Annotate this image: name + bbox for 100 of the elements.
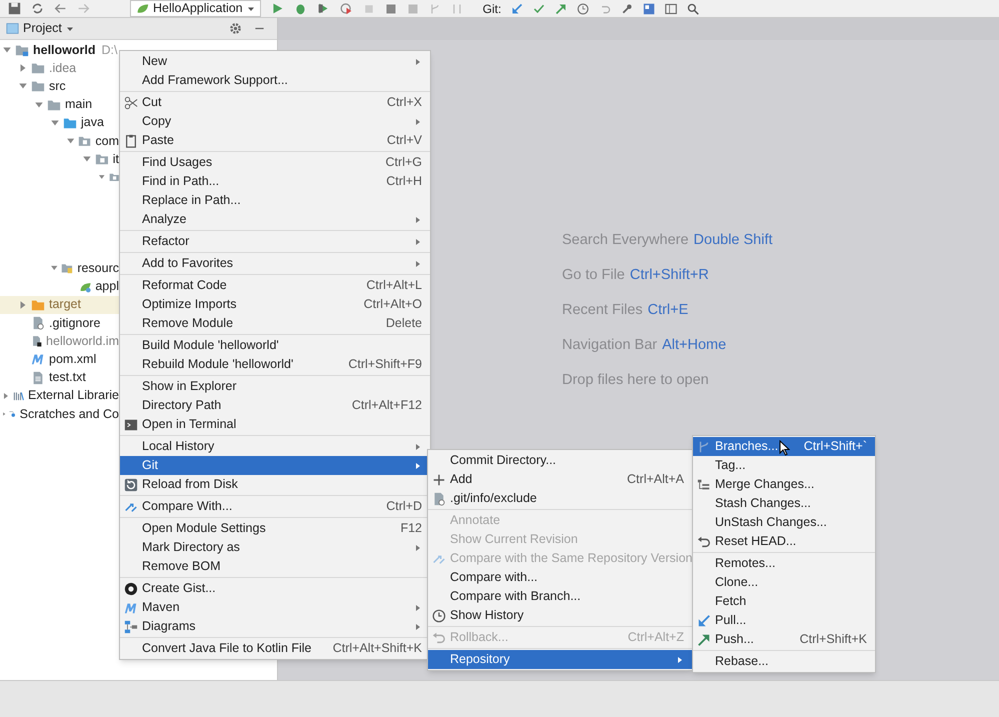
menu-item[interactable]: Branches... Ctrl+Shift+` xyxy=(693,437,875,456)
plus-icon xyxy=(432,472,446,486)
menu-item[interactable]: Paste Ctrl+V xyxy=(120,131,430,150)
menu-item[interactable]: Refactor xyxy=(120,232,430,251)
bug-icon[interactable] xyxy=(294,2,307,15)
menu-item[interactable]: Find Usages Ctrl+G xyxy=(120,153,430,172)
tree-item-label[interactable]: com xyxy=(95,132,119,150)
menu-item[interactable]: New xyxy=(120,52,430,71)
menu-item[interactable]: Open in Terminal xyxy=(120,415,430,434)
menu-item[interactable]: Compare With... Ctrl+D xyxy=(120,497,430,516)
triangle-right-icon[interactable] xyxy=(18,300,28,310)
menu-item[interactable]: Diagrams xyxy=(120,617,430,636)
menu-item[interactable]: Optimize Imports Ctrl+Alt+O xyxy=(120,295,430,314)
tree-item-label[interactable]: Scratches and Co xyxy=(20,404,119,423)
tree-item-label[interactable]: appl xyxy=(95,277,119,296)
menu-item[interactable]: Compare with... xyxy=(428,568,692,587)
menu-item[interactable]: Analyze xyxy=(120,210,430,229)
menu-item[interactable]: Open Module Settings F12 xyxy=(120,519,430,538)
hint-text: Drop files here to open xyxy=(562,371,709,390)
menu-item[interactable]: Tag... xyxy=(693,456,875,475)
menu-item[interactable]: Add Ctrl+Alt+A xyxy=(428,470,692,489)
menu-item[interactable]: Local History xyxy=(120,437,430,456)
hint-text: Navigation Bar xyxy=(562,336,658,355)
tree-item-label[interactable]: it xyxy=(112,150,119,169)
menu-item[interactable]: Git xyxy=(120,456,430,475)
tree-item-label[interactable]: src xyxy=(49,77,66,96)
up-right-arrow-icon[interactable] xyxy=(555,2,568,14)
shortcut-text: Ctrl+E xyxy=(648,301,688,320)
sync-icon[interactable] xyxy=(31,2,44,15)
menu-item[interactable]: Replace in Path... xyxy=(120,191,430,210)
menu-item[interactable]: Maven xyxy=(120,598,430,617)
triangle-down-icon[interactable] xyxy=(34,100,44,110)
tree-item-label[interactable]: External Librarie xyxy=(28,386,119,406)
menu-item[interactable]: Compare with Branch... xyxy=(428,587,692,606)
triangle-down-icon[interactable] xyxy=(50,118,60,128)
menu-item[interactable]: Find in Path... Ctrl+H xyxy=(120,172,430,191)
tree-item-label[interactable]: .gitignore xyxy=(49,314,100,332)
undo-arrow-icon xyxy=(697,534,711,548)
project-structure-icon[interactable] xyxy=(643,2,656,14)
layout-icon[interactable] xyxy=(665,2,678,14)
save-icon[interactable] xyxy=(8,2,21,15)
tree-item-label[interactable]: test.txt xyxy=(49,368,86,387)
file-icon xyxy=(31,316,45,330)
menu-item[interactable]: Cut Ctrl+X xyxy=(120,93,430,112)
folder-icon xyxy=(47,98,61,112)
menu-item[interactable]: Clone... xyxy=(693,573,875,592)
triangle-right-icon[interactable] xyxy=(2,390,10,401)
menu-item[interactable]: Copy xyxy=(120,112,430,131)
menu-item[interactable]: Remove Module Delete xyxy=(120,314,430,333)
shortcut-label: Ctrl+Alt+L xyxy=(366,277,422,294)
search-icon[interactable] xyxy=(687,2,700,14)
menu-item[interactable]: Build Module 'helloworld' xyxy=(120,336,430,355)
menu-item[interactable]: Add to Favorites xyxy=(120,254,430,273)
tree-item-label[interactable]: java xyxy=(81,113,104,132)
build-icon[interactable] xyxy=(384,2,397,14)
file-icon xyxy=(31,334,42,348)
down-left-arrow-icon[interactable] xyxy=(511,2,524,14)
tree-item-label[interactable]: main xyxy=(65,95,92,114)
menu-item[interactable]: Reset HEAD... xyxy=(693,532,875,551)
caret-icon xyxy=(246,4,255,12)
menu-item[interactable]: .git/info/exclude xyxy=(428,489,692,508)
menu-item[interactable]: Reformat Code Ctrl+Alt+L xyxy=(120,276,430,295)
menu-item[interactable]: Remotes... xyxy=(693,554,875,573)
settings-icon[interactable] xyxy=(229,22,242,35)
tree-item-label[interactable]: target xyxy=(49,295,81,314)
menu-item[interactable]: UnStash Changes... xyxy=(693,513,875,532)
menu-item[interactable]: Directory Path Ctrl+Alt+F12 xyxy=(120,396,430,415)
menu-item[interactable]: Mark Directory as xyxy=(120,538,430,557)
menu-item[interactable]: Remove BOM xyxy=(120,557,430,576)
clock-icon[interactable] xyxy=(577,2,590,14)
run-configuration-dropdown[interactable]: HelloApplication xyxy=(130,0,261,17)
menu-item[interactable]: Commit Directory... xyxy=(428,451,692,470)
clipboard-icon xyxy=(124,134,138,148)
tree-item-label[interactable]: helloworld xyxy=(33,40,96,60)
wrench-icon[interactable] xyxy=(621,2,634,14)
run-icon[interactable] xyxy=(270,2,284,15)
tree-item-label[interactable]: helloworld.im xyxy=(46,332,119,351)
back-arrow-icon[interactable] xyxy=(54,2,67,15)
scissors-icon xyxy=(124,96,138,110)
menu-item[interactable]: Show History xyxy=(428,606,692,625)
tree-item-label[interactable]: pom.xml xyxy=(49,350,96,369)
triangle-right-icon[interactable] xyxy=(18,63,28,74)
menu-item[interactable]: Fetch xyxy=(693,592,875,611)
menu-item[interactable]: Repository xyxy=(428,650,692,669)
tree-item-label[interactable]: resourc xyxy=(77,259,119,278)
profiler-icon[interactable] xyxy=(340,2,353,15)
menu-item[interactable]: Push... Ctrl+Shift+K xyxy=(693,630,875,649)
menu-item[interactable]: Rebase... xyxy=(693,652,875,671)
checkmark-icon[interactable] xyxy=(533,2,546,14)
shortcut-text: Ctrl+Shift+R xyxy=(630,266,709,285)
tree-item-label[interactable]: .idea xyxy=(49,58,76,78)
menu-item[interactable]: Convert Java File to Kotlin File Ctrl+Alt+Shift+K xyxy=(120,639,430,658)
menu-item[interactable]: Merge Changes... xyxy=(693,475,875,494)
coverage-icon[interactable] xyxy=(316,2,330,15)
menu-item[interactable]: Show in Explorer xyxy=(120,377,430,396)
package-icon xyxy=(78,134,92,148)
menu-item[interactable]: Add Framework Support... xyxy=(120,71,430,90)
menu-item[interactable]: Rebuild Module 'helloworld' Ctrl+Shift+F9 xyxy=(120,355,430,374)
menu-item[interactable]: Stash Changes... xyxy=(693,494,875,513)
menu-item[interactable]: Pull... xyxy=(693,611,875,630)
